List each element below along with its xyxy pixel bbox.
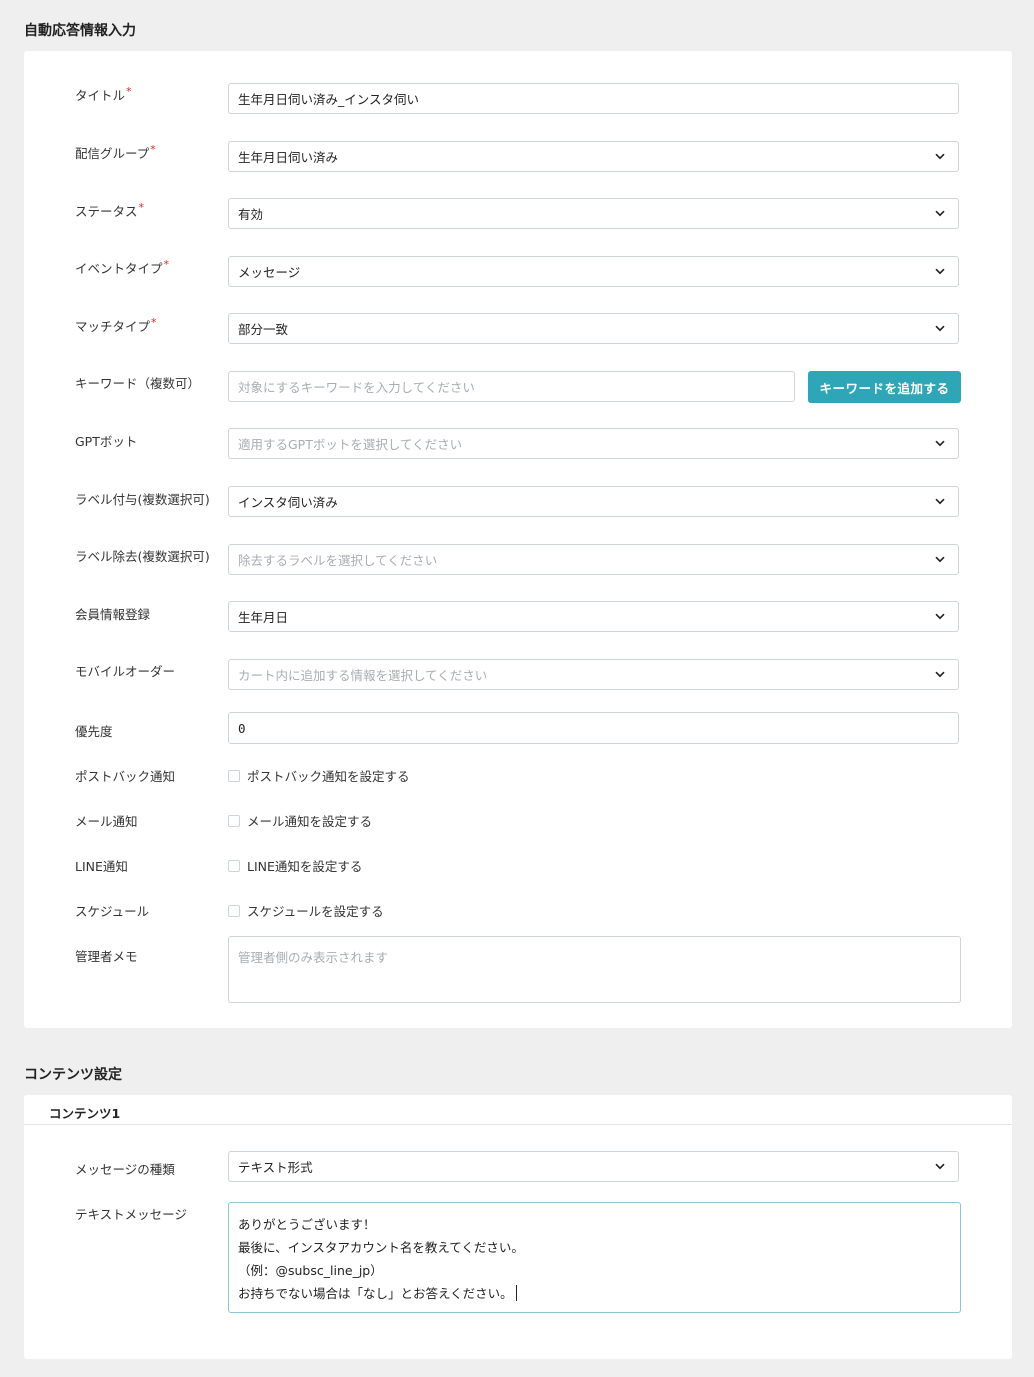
chevron-down-icon (933, 553, 947, 567)
message-type-label: メッセージの種類 (75, 1162, 175, 1177)
delivery-group-value: 生年月日伺い済み (238, 150, 339, 165)
admin-memo-label: 管理者メモ (75, 949, 138, 964)
chevron-down-icon (933, 610, 947, 624)
mobile-order-select[interactable]: カート内に追加する情報を選択してください (228, 659, 959, 690)
mail-checkbox-row[interactable]: メール通知を設定する (228, 811, 372, 830)
required-mark: * (150, 143, 156, 156)
line-label: LINE通知 (75, 859, 128, 874)
event-type-label: イベントタイプ* (75, 258, 169, 277)
admin-memo-textarea[interactable]: 管理者側のみ表示されます (228, 936, 961, 1003)
line-checkbox-label: LINE通知を設定する (247, 859, 363, 874)
label-remove-select[interactable]: 除去するラベルを選択してください (228, 544, 959, 575)
mobile-order-placeholder: カート内に追加する情報を選択してください (238, 668, 488, 683)
text-message-label: テキストメッセージ (75, 1207, 187, 1222)
content-item-title: コンテンツ1 (49, 1106, 121, 1121)
mail-label: メール通知 (75, 814, 138, 829)
text-message-line: ありがとうございます！ (238, 1217, 376, 1232)
keyword-label: キーワード（複数可） (75, 376, 201, 391)
required-mark: * (163, 258, 170, 271)
chevron-down-icon (933, 150, 947, 164)
priority-value: 0 (238, 720, 246, 736)
schedule-label: スケジュール (75, 904, 150, 919)
text-caret (515, 1285, 517, 1301)
delivery-group-label: 配信グループ* (75, 143, 156, 162)
status-label-text: ステータス (75, 204, 138, 219)
match-type-label: マッチタイプ* (75, 316, 157, 335)
match-type-label-text: マッチタイプ (75, 319, 151, 334)
chevron-down-icon (933, 207, 947, 221)
status-select[interactable]: 有効 (228, 198, 959, 229)
schedule-checkbox-row[interactable]: スケジュールを設定する (228, 901, 384, 920)
chevron-down-icon (933, 265, 947, 279)
schedule-checkbox[interactable] (228, 904, 240, 917)
title-input-value: 生年月日伺い済み_インスタ伺い (238, 92, 420, 107)
required-mark: * (151, 316, 157, 329)
title-label-text: タイトル (75, 88, 126, 103)
event-type-label-text: イベントタイプ (75, 261, 163, 276)
delivery-group-select[interactable]: 生年月日伺い済み (228, 141, 959, 172)
auto-reply-form-card: タイトル* 生年月日伺い済み_インスタ伺い 配信グループ* 生年月日伺い済み ス… (24, 51, 1012, 1028)
match-type-select[interactable]: 部分一致 (228, 313, 959, 344)
text-message-line: お持ちでない場合は「なし」とお答えください。 (238, 1286, 513, 1301)
title-input[interactable]: 生年月日伺い済み_インスタ伺い (228, 83, 959, 114)
mobile-order-label: モバイルオーダー (75, 664, 176, 679)
postback-checkbox-label: ポストバック通知を設定する (247, 769, 410, 784)
event-type-select[interactable]: メッセージ (228, 256, 959, 287)
chevron-down-icon (933, 668, 947, 682)
required-mark: * (126, 85, 132, 98)
priority-input[interactable]: 0 (228, 712, 959, 744)
priority-label: 優先度 (75, 724, 113, 739)
chevron-down-icon (933, 322, 947, 336)
label-remove-label: ラベル除去(複数選択可) (75, 549, 210, 564)
chevron-down-icon (933, 437, 947, 451)
member-info-value: 生年月日 (238, 610, 289, 625)
event-type-value: メッセージ (238, 265, 301, 280)
label-add-select[interactable]: インスタ伺い済み (228, 486, 959, 517)
admin-memo-placeholder: 管理者側のみ表示されます (238, 950, 389, 965)
content-item-header: コンテンツ1 (24, 1095, 1012, 1125)
schedule-checkbox-label: スケジュールを設定する (247, 904, 384, 919)
title-label: タイトル* (75, 85, 132, 104)
gpt-bot-placeholder: 適用するGPTボットを選択してください (238, 437, 463, 452)
postback-checkbox-row[interactable]: ポストバック通知を設定する (228, 766, 410, 785)
text-message-last-line: お持ちでない場合は「なし」とお答えください。 (238, 1282, 951, 1305)
label-add-label: ラベル付与(複数選択可) (75, 492, 210, 507)
match-type-value: 部分一致 (238, 322, 289, 337)
delivery-group-label-text: 配信グループ (75, 146, 150, 161)
chevron-down-icon (933, 1160, 947, 1174)
line-checkbox-row[interactable]: LINE通知を設定する (228, 856, 362, 875)
mail-checkbox-label: メール通知を設定する (247, 814, 373, 829)
keyword-input[interactable]: 対象にするキーワードを入力してください (228, 371, 795, 402)
chevron-down-icon (933, 495, 947, 509)
member-info-select[interactable]: 生年月日 (228, 601, 959, 632)
line-checkbox[interactable] (228, 859, 240, 872)
label-add-value: インスタ伺い済み (238, 495, 338, 510)
label-remove-placeholder: 除去するラベルを選択してください (238, 553, 438, 568)
auto-reply-section-title: 自動応答情報入力 (24, 23, 136, 39)
text-message-line: （例：@subsc_line_jp） (238, 1263, 383, 1278)
add-keyword-button[interactable]: キーワードを追加する (808, 371, 961, 403)
status-value: 有効 (238, 207, 264, 222)
message-type-select[interactable]: テキスト形式 (228, 1151, 959, 1182)
gpt-bot-label: GPTボット (75, 434, 138, 449)
member-info-label: 会員情報登録 (75, 607, 151, 622)
contents-section-title: コンテンツ設定 (24, 1067, 122, 1083)
message-type-value: テキスト形式 (238, 1160, 313, 1175)
keyword-placeholder: 対象にするキーワードを入力してください (238, 380, 475, 395)
text-message-textarea[interactable]: ありがとうございます！ 最後に、インスタアカウント名を教えてください。 （例：@… (228, 1202, 961, 1313)
contents-card: コンテンツ1 メッセージの種類 テキスト形式 テキストメッセージ ありがとうござ… (24, 1095, 1012, 1359)
page: 自動応答情報入力 タイトル* 生年月日伺い済み_インスタ伺い 配信グループ* 生… (0, 0, 1034, 1377)
text-message-line: 最後に、インスタアカウント名を教えてください。 (238, 1240, 524, 1255)
gpt-bot-select[interactable]: 適用するGPTボットを選択してください (228, 428, 959, 459)
status-label: ステータス* (75, 201, 144, 220)
postback-checkbox[interactable] (228, 769, 240, 782)
mail-checkbox[interactable] (228, 814, 240, 827)
postback-label: ポストバック通知 (75, 769, 176, 784)
required-mark: * (138, 201, 145, 214)
